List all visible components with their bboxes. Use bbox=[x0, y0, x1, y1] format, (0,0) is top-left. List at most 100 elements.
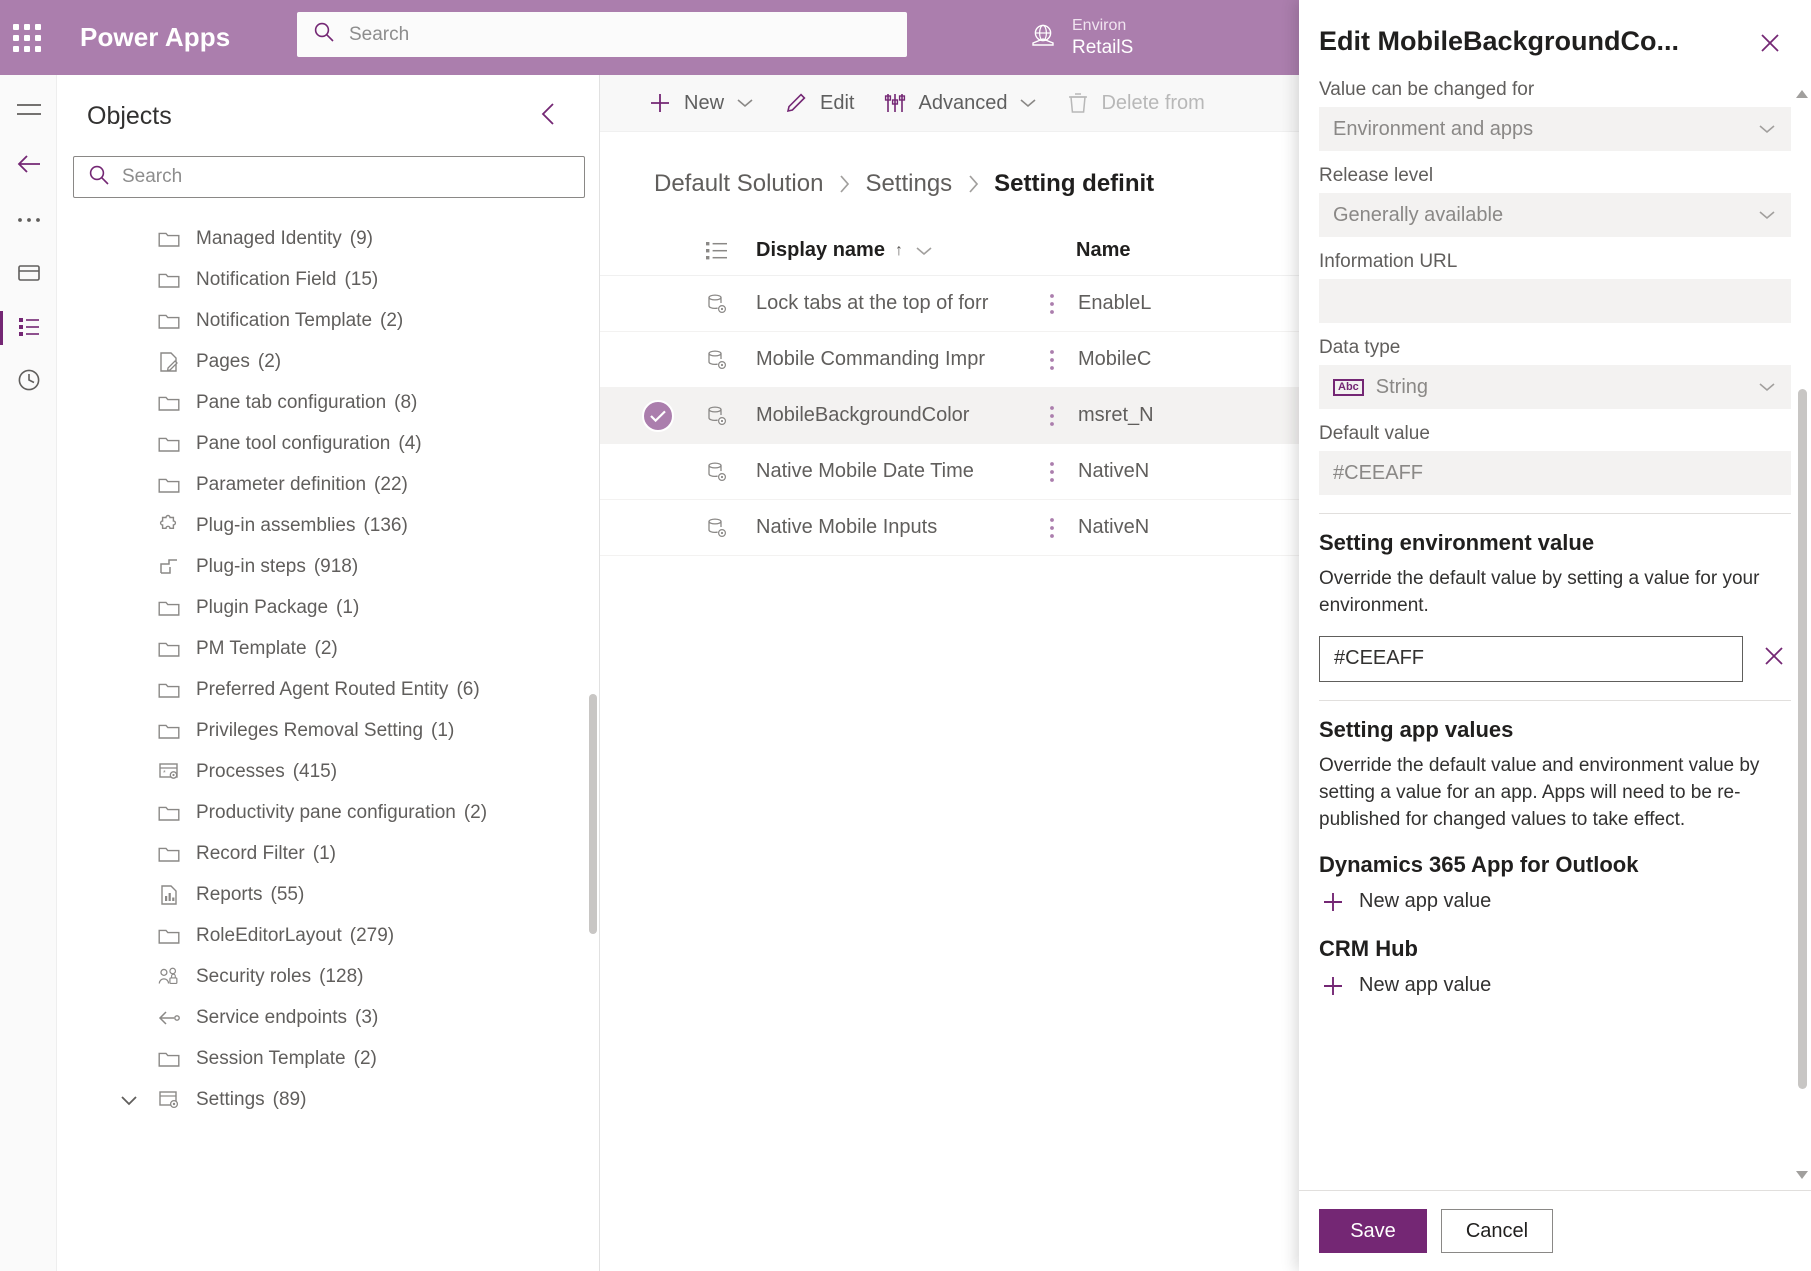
objects-list-item[interactable]: Pages (2) bbox=[57, 341, 599, 382]
folder-icon bbox=[157, 309, 181, 333]
objects-list-item[interactable]: Security roles (128) bbox=[57, 956, 599, 997]
release-level-dropdown[interactable]: Generally available bbox=[1319, 193, 1791, 237]
advanced-button[interactable]: Advanced bbox=[884, 91, 1037, 115]
objects-list-item-settings[interactable]: Settings (89) bbox=[57, 1079, 599, 1120]
pencil-icon bbox=[784, 91, 808, 115]
objects-list-item[interactable]: Service endpoints (3) bbox=[57, 997, 599, 1038]
objects-list-item-label: Privileges Removal Setting bbox=[196, 719, 424, 741]
objects-collapse-button[interactable] bbox=[529, 97, 569, 136]
rail-overflow-button[interactable] bbox=[0, 193, 57, 247]
breadcrumb-root[interactable]: Default Solution bbox=[654, 170, 823, 198]
chevron-down-icon[interactable] bbox=[915, 245, 933, 257]
plus-icon bbox=[1321, 974, 1345, 998]
environment-selector[interactable]: Environ RetailS bbox=[1028, 8, 1133, 68]
row-more-actions-button[interactable] bbox=[1026, 515, 1078, 541]
objects-list-item-label: Reports bbox=[196, 883, 263, 905]
breadcrumb-level2[interactable]: Settings bbox=[865, 170, 952, 198]
rail-back-button[interactable] bbox=[0, 139, 57, 193]
field-release-level-label: Release level bbox=[1319, 165, 1434, 186]
objects-list-item[interactable]: Pane tab configuration (8) bbox=[57, 382, 599, 423]
objects-list-item[interactable]: Session Template (2) bbox=[57, 1038, 599, 1079]
objects-list-item-label: Pane tab configuration bbox=[196, 391, 387, 413]
objects-list-item-count: (2) bbox=[314, 637, 338, 659]
svg-text:*: * bbox=[163, 770, 166, 777]
objects-list-item[interactable]: Notification Template (2) bbox=[57, 300, 599, 341]
objects-list-item[interactable]: Parameter definition (22) bbox=[57, 464, 599, 505]
objects-list-item[interactable]: Notification Field (15) bbox=[57, 259, 599, 300]
setting-app-values-section: Setting app values Override the default … bbox=[1319, 717, 1791, 1002]
objects-list-item[interactable]: Managed Identity (9) bbox=[57, 218, 599, 259]
objects-scrollbar-thumb[interactable] bbox=[589, 694, 597, 934]
trash-icon bbox=[1067, 91, 1089, 115]
environment-value-input[interactable] bbox=[1319, 635, 1743, 682]
objects-list-item[interactable]: PM Template (2) bbox=[57, 628, 599, 669]
data-type-dropdown[interactable]: Abc String bbox=[1319, 365, 1791, 409]
field-default-value-label: Default value bbox=[1319, 423, 1430, 444]
objects-list[interactable]: Managed Identity (9) Notification Field (15… bbox=[57, 218, 599, 1271]
scroll-up-arrow-icon[interactable] bbox=[1795, 87, 1809, 101]
objects-list-item[interactable]: Pane tool configuration (4) bbox=[57, 423, 599, 464]
row-selected-checkmark-icon[interactable] bbox=[642, 399, 674, 432]
rail-objects-button[interactable] bbox=[0, 301, 57, 355]
plugin-step-icon bbox=[157, 555, 181, 579]
objects-list-item-count: (4) bbox=[398, 432, 422, 454]
new-app-value-button[interactable]: New app value bbox=[1319, 886, 1791, 918]
column-header-name[interactable]: Name bbox=[1076, 239, 1130, 262]
app-value-group: CRM Hub New app value bbox=[1319, 936, 1791, 1002]
information-url-input[interactable] bbox=[1319, 279, 1791, 323]
rail-history-button[interactable] bbox=[0, 355, 57, 409]
global-search[interactable] bbox=[297, 12, 907, 57]
panel-close-button[interactable] bbox=[1751, 26, 1789, 65]
chevron-right-icon bbox=[837, 173, 851, 195]
chevron-down-icon[interactable] bbox=[1019, 97, 1037, 109]
chevron-down-icon[interactable] bbox=[736, 97, 754, 109]
list-view-icon[interactable] bbox=[704, 239, 756, 263]
panel-scrollbar-thumb[interactable] bbox=[1798, 389, 1807, 1089]
abc-string-icon: Abc bbox=[1333, 378, 1364, 396]
new-button[interactable]: New bbox=[648, 91, 754, 115]
rail-solutions-button[interactable] bbox=[0, 247, 57, 301]
panel-divider-1 bbox=[1319, 513, 1791, 514]
objects-list-item[interactable]: Record Filter (1) bbox=[57, 833, 599, 874]
scroll-down-arrow-icon[interactable] bbox=[1795, 1168, 1809, 1182]
objects-search-input[interactable] bbox=[122, 166, 570, 188]
cancel-button[interactable]: Cancel bbox=[1441, 1209, 1553, 1253]
row-more-actions-button[interactable] bbox=[1026, 459, 1078, 485]
row-more-actions-button[interactable] bbox=[1026, 291, 1078, 317]
rail-hamburger-button[interactable] bbox=[0, 85, 57, 139]
row-display-name: Native Mobile Inputs bbox=[756, 516, 938, 538]
edit-button[interactable]: Edit bbox=[784, 91, 854, 115]
objects-list-item[interactable]: RoleEditorLayout (279) bbox=[57, 915, 599, 956]
objects-search[interactable] bbox=[73, 156, 585, 198]
row-display-name: Mobile Commanding Impr bbox=[756, 348, 985, 370]
environment-value-clear-button[interactable] bbox=[1757, 639, 1791, 678]
objects-list-item-count: (22) bbox=[374, 473, 408, 495]
objects-list-item[interactable]: Plug-in assemblies (136) bbox=[57, 505, 599, 546]
waffle-menu-button[interactable] bbox=[0, 0, 54, 75]
objects-list-item[interactable]: Privileges Removal Setting (1) bbox=[57, 710, 599, 751]
objects-list-item[interactable]: Reports (55) bbox=[57, 874, 599, 915]
objects-list-item[interactable]: Preferred Agent Routed Entity (6) bbox=[57, 669, 599, 710]
search-icon bbox=[88, 164, 110, 191]
panel-title: Edit MobileBackgroundCo... bbox=[1319, 26, 1680, 56]
column-header-display-name[interactable]: Display name ↑ bbox=[756, 239, 1076, 262]
search-input[interactable] bbox=[349, 23, 891, 46]
app-section-description: Override the default value and environme… bbox=[1319, 754, 1760, 830]
row-checkbox[interactable] bbox=[642, 399, 704, 432]
row-more-actions-button[interactable] bbox=[1026, 403, 1078, 429]
edit-setting-panel: Edit MobileBackgroundCo... Value can be … bbox=[1299, 0, 1811, 1271]
objects-list-item[interactable]: Productivity pane configuration (2) bbox=[57, 792, 599, 833]
row-more-actions-button[interactable] bbox=[1026, 347, 1078, 373]
objects-panel-header: Objects bbox=[57, 75, 599, 150]
objects-list-item-count: (8) bbox=[394, 391, 418, 413]
close-icon bbox=[1757, 34, 1783, 60]
field-release-level: Release level Generally available bbox=[1319, 165, 1791, 237]
save-button[interactable]: Save bbox=[1319, 1209, 1427, 1253]
objects-list-item[interactable]: * Processes (415) bbox=[57, 751, 599, 792]
objects-list-item[interactable]: Plug-in steps (918) bbox=[57, 546, 599, 587]
value-changed-for-dropdown[interactable]: Environment and apps bbox=[1319, 107, 1791, 151]
new-app-value-button[interactable]: New app value bbox=[1319, 970, 1791, 1002]
objects-list-item-count: (2) bbox=[353, 1047, 377, 1069]
chevron-down-icon[interactable] bbox=[119, 1093, 145, 1107]
objects-list-item[interactable]: Plugin Package (1) bbox=[57, 587, 599, 628]
